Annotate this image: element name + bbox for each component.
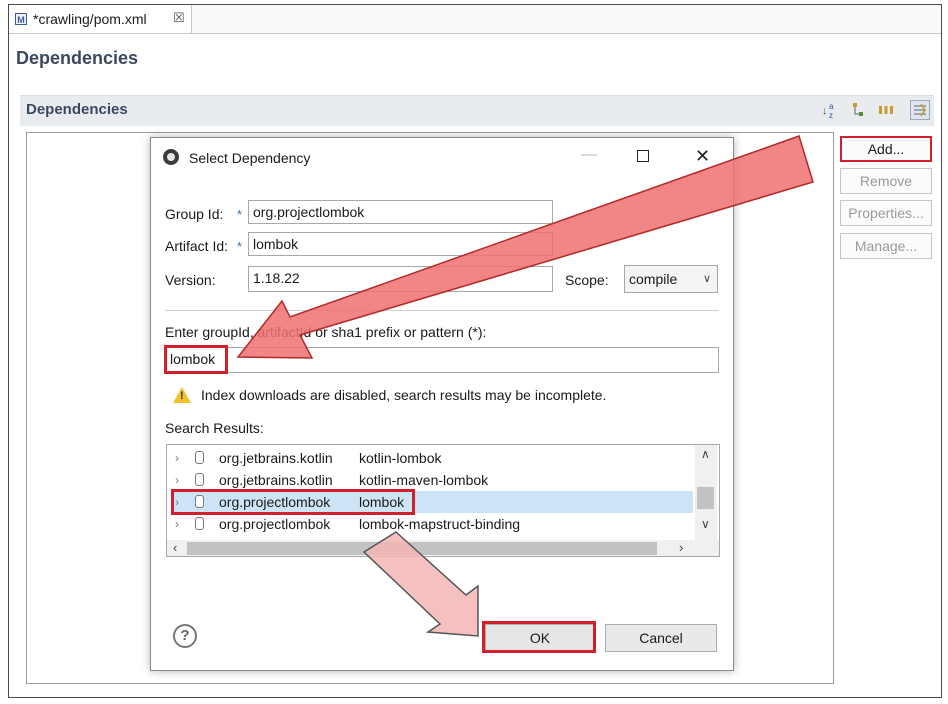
arrow-to-ok-button (362, 531, 479, 637)
arrow-to-search-field (236, 135, 814, 359)
annotation-arrows (236, 135, 814, 637)
